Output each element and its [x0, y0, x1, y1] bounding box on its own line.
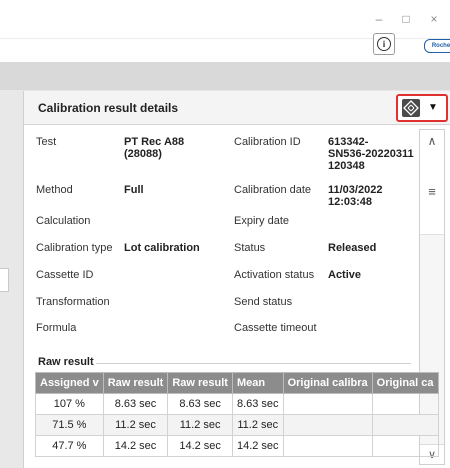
- calibration-type-label: Calibration type: [36, 242, 113, 254]
- table-header-row: Assigned v Raw result Raw result Mean Or…: [35, 372, 439, 394]
- status-value: Released: [328, 242, 377, 254]
- header-band: [0, 62, 450, 90]
- status-label: Status: [234, 242, 266, 254]
- table-cell: 47.7 %: [35, 435, 104, 457]
- table-cell: 8.63 sec: [167, 393, 233, 415]
- table-cell: 11.2 sec: [231, 414, 284, 436]
- column-header[interactable]: Raw result: [167, 372, 233, 394]
- raw-result-table: Assigned v Raw result Raw result Mean Or…: [35, 372, 439, 457]
- table-cell: 14.2 sec: [167, 435, 233, 457]
- panel-header: Calibration result details ▼: [24, 91, 450, 125]
- view-options-button[interactable]: ▼: [396, 94, 448, 122]
- table-cell: [371, 393, 439, 415]
- cassette-timeout-label: Cassette timeout: [234, 322, 317, 334]
- info-icon: i: [377, 37, 391, 51]
- info-button[interactable]: i: [373, 33, 395, 55]
- maximize-button[interactable]: □: [396, 10, 416, 28]
- table-cell: 8.63 sec: [102, 393, 169, 415]
- table-cell: 14.2 sec: [102, 435, 169, 457]
- table-cell: 8.63 sec: [231, 393, 284, 415]
- table-row[interactable]: 71.5 % 11.2 sec 11.2 sec 11.2 sec: [35, 414, 439, 436]
- calibration-id-value-line3: 120348: [328, 160, 365, 172]
- table-cell: 107 %: [35, 393, 104, 415]
- table-row[interactable]: 47.7 % 14.2 sec 14.2 sec 14.2 sec: [35, 435, 439, 457]
- panel-title: Calibration result details: [38, 101, 179, 115]
- column-header[interactable]: Original calibra: [282, 372, 373, 394]
- table-row[interactable]: 107 % 8.63 sec 8.63 sec 8.63 sec: [35, 393, 439, 415]
- scroll-up-button[interactable]: ∧: [420, 130, 444, 152]
- table-cell: 11.2 sec: [102, 414, 169, 436]
- section-divider: [96, 363, 411, 364]
- diamond-arrows-icon: [402, 99, 420, 117]
- table-cell: 11.2 sec: [167, 414, 233, 436]
- transformation-label: Transformation: [36, 296, 110, 308]
- activation-status-value: Active: [328, 269, 362, 281]
- test-label: Test: [36, 136, 57, 148]
- column-header[interactable]: Original ca: [371, 372, 439, 394]
- cassette-id-label: Cassette ID: [36, 269, 94, 281]
- raw-result-title: Raw result: [38, 356, 94, 368]
- column-header[interactable]: Raw result: [102, 372, 169, 394]
- calibration-id-label: Calibration ID: [234, 136, 301, 148]
- formula-label: Formula: [36, 322, 77, 334]
- calculation-label: Calculation: [36, 215, 91, 227]
- roche-logo: Roche: [424, 39, 450, 53]
- calibration-date-value-line2: 12:03:48: [328, 196, 373, 208]
- calibration-details-panel: Calibration result details ▼ Test PT Rec…: [23, 91, 450, 468]
- activation-status-label: Activation status: [234, 269, 315, 281]
- table-cell: 14.2 sec: [231, 435, 284, 457]
- minimize-button[interactable]: –: [369, 10, 389, 28]
- table-cell: [282, 414, 373, 436]
- calibration-type-value: Lot calibration: [124, 242, 200, 254]
- table-cell: [371, 435, 439, 457]
- method-label: Method: [36, 184, 73, 196]
- calibration-date-label: Calibration date: [234, 184, 312, 196]
- table-cell: 71.5 %: [35, 414, 104, 436]
- method-value: Full: [124, 184, 144, 196]
- close-button[interactable]: ×: [424, 10, 444, 28]
- side-tab-handle[interactable]: [0, 268, 9, 292]
- expiry-date-label: Expiry date: [234, 215, 290, 227]
- test-value-line2: (28088): [124, 148, 162, 160]
- send-status-label: Send status: [234, 296, 293, 308]
- table-cell: [371, 414, 439, 436]
- scroll-thumb[interactable]: ≡: [420, 152, 444, 234]
- caret-down-icon: ▼: [428, 102, 438, 113]
- menu-icon[interactable]: ≡: [420, 182, 444, 202]
- column-header[interactable]: Assigned v: [35, 372, 104, 394]
- table-cell: [282, 435, 373, 457]
- table-cell: [282, 393, 373, 415]
- column-header[interactable]: Mean: [231, 372, 284, 394]
